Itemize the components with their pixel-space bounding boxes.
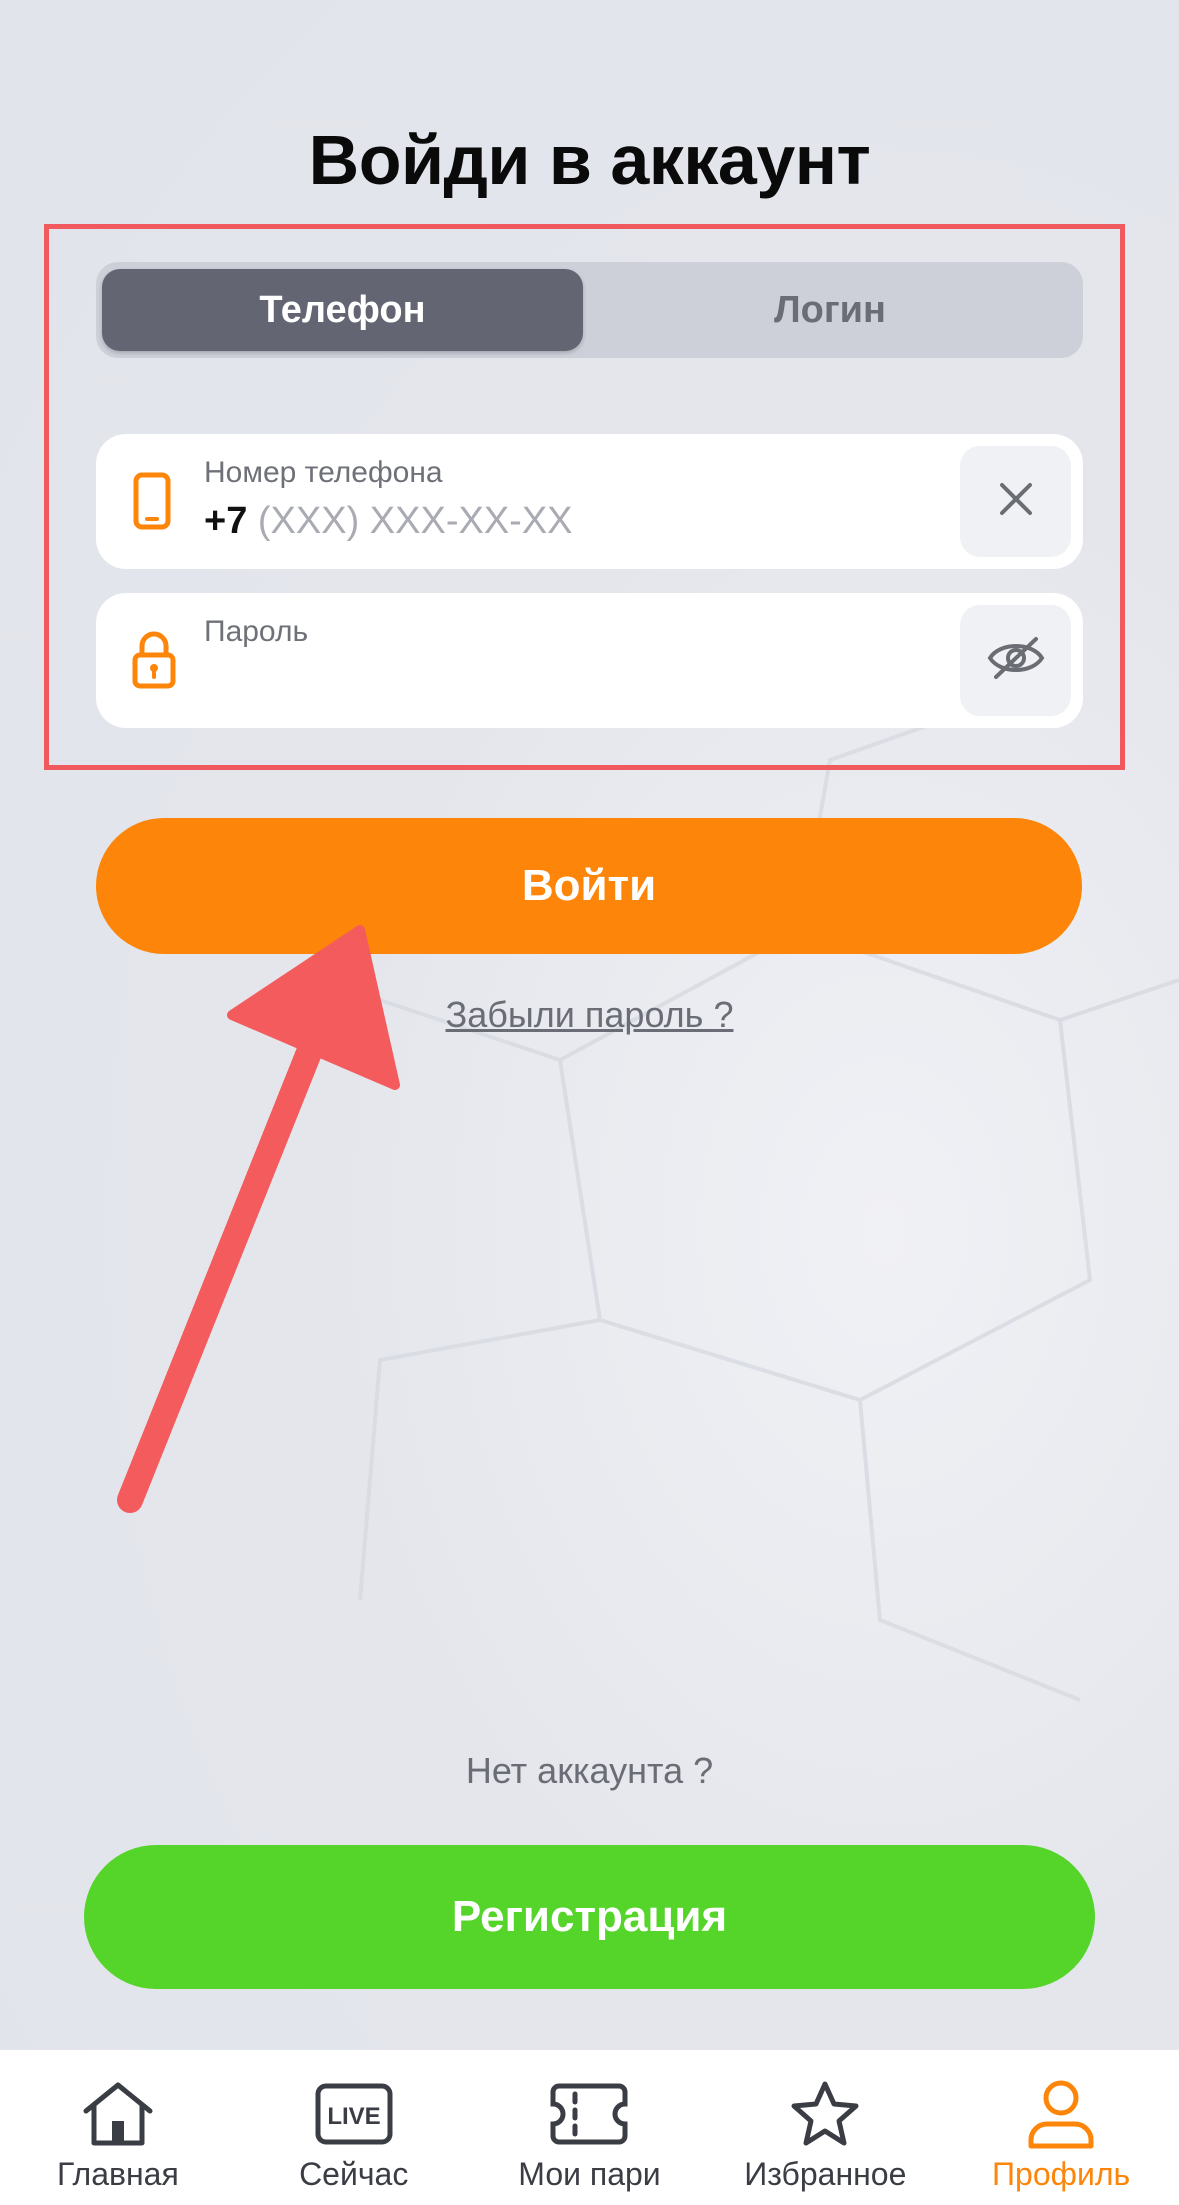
clear-button[interactable] (960, 446, 1071, 557)
tab-favorites-label: Избранное (744, 2156, 907, 2192)
auth-method-switch: Телефон Логин (96, 262, 1083, 358)
tab-home[interactable]: Главная (0, 2050, 236, 2205)
phone-field[interactable]: Номер телефона +7 (XXX) XXX-XX-XX (96, 434, 1083, 569)
forgot-password-link[interactable]: Забыли пароль ? (0, 994, 1179, 1036)
toggle-password-visibility-button[interactable] (960, 605, 1071, 716)
ticket-icon (549, 2078, 629, 2150)
tab-login[interactable]: Логин (583, 269, 1077, 351)
tab-profile-label: Профиль (992, 2156, 1131, 2192)
live-icon: LIVE (315, 2078, 393, 2150)
phone-placeholder: (XXX) XXX-XX-XX (257, 500, 573, 542)
tab-my-bets-label: Мои пари (518, 2156, 661, 2192)
tab-profile[interactable]: Профиль (943, 2050, 1179, 2205)
home-icon (80, 2078, 156, 2150)
smartphone-icon (132, 472, 172, 535)
tab-phone[interactable]: Телефон (102, 269, 583, 351)
phone-prefix: +7 (204, 500, 248, 542)
phone-input[interactable]: +7 (XXX) XXX-XX-XX (204, 500, 573, 543)
no-account-text: Нет аккаунта ? (465, 1750, 714, 1791)
star-icon (789, 2078, 861, 2150)
live-badge-text: LIVE (327, 2103, 380, 2130)
profile-icon (1025, 2078, 1097, 2150)
register-button[interactable]: Регистрация (84, 1845, 1095, 1989)
tab-favorites[interactable]: Избранное (707, 2050, 943, 2205)
tab-my-bets[interactable]: Мои пари (472, 2050, 708, 2205)
lock-icon (132, 629, 176, 694)
close-icon (998, 481, 1034, 522)
page-title: Войди в аккаунт (308, 121, 871, 199)
eye-off-icon (986, 635, 1046, 686)
phone-field-label: Номер телефона (204, 456, 443, 489)
tab-live[interactable]: LIVE Сейчас (236, 2050, 472, 2205)
bottom-tab-bar: Главная LIVE Сейчас Мои пари Избранное П… (0, 2050, 1179, 2205)
login-button[interactable]: Войти (96, 818, 1082, 954)
tab-home-label: Главная (57, 2156, 179, 2192)
tab-live-label: Сейчас (299, 2156, 409, 2192)
password-field[interactable]: Пароль (96, 593, 1083, 728)
password-field-label: Пароль (204, 615, 309, 648)
